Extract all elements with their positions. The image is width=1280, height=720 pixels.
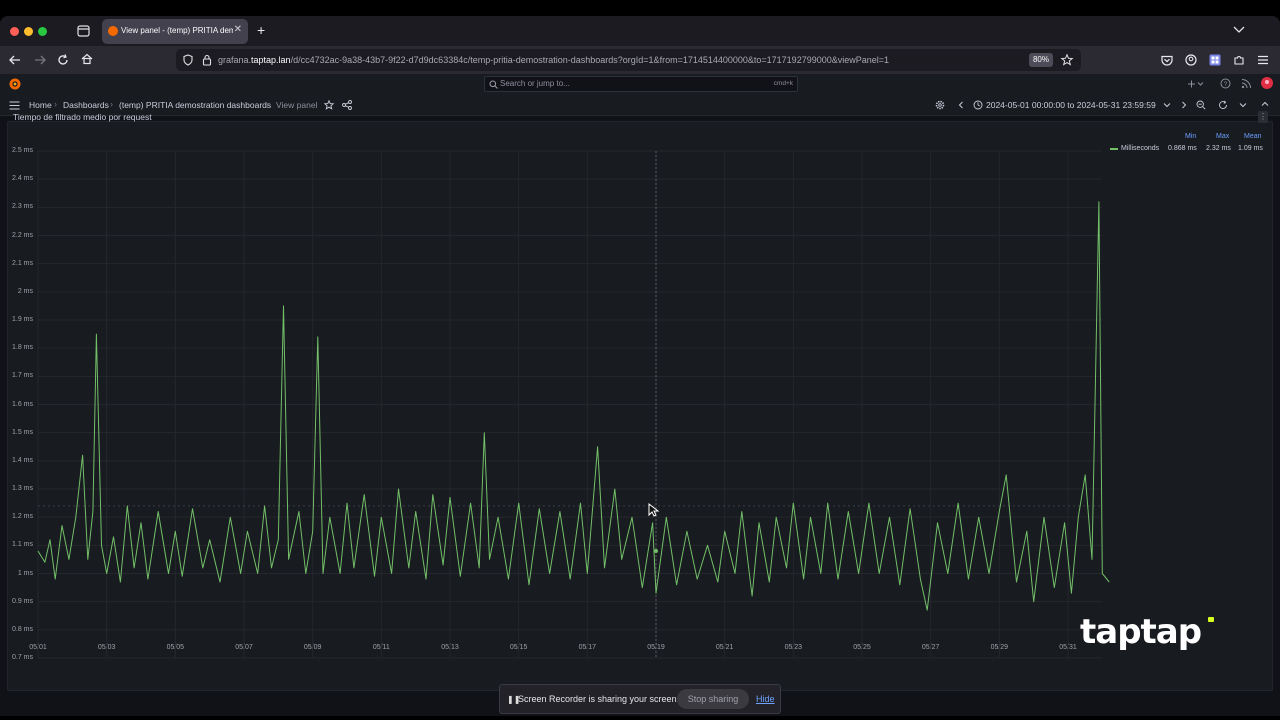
legend-max-value: 2.32 ms xyxy=(1206,145,1231,152)
taptap-watermark-logo: taptap xyxy=(1080,612,1202,652)
legend-min-value: 0.868 ms xyxy=(1168,145,1197,152)
legend-color-swatch xyxy=(1110,148,1118,150)
legend-header-mean[interactable]: Mean xyxy=(1244,133,1262,140)
legend-header-min[interactable]: Min xyxy=(1185,133,1196,140)
watermark-accent-dot xyxy=(1208,617,1214,622)
legend-series-name[interactable]: Milliseconds xyxy=(1121,145,1159,152)
legend-header-max[interactable]: Max xyxy=(1216,133,1229,140)
mouse-cursor-icon xyxy=(648,502,660,517)
screen-share-bar: ❚❚ Screen Recorder is sharing your scree… xyxy=(499,684,781,714)
share-message: Screen Recorder is sharing your screen. xyxy=(518,694,680,704)
stop-sharing-button[interactable]: Stop sharing xyxy=(677,689,749,709)
hide-link[interactable]: Hide xyxy=(756,694,775,704)
legend-mean-value: 1.09 ms xyxy=(1238,145,1263,152)
hover-point xyxy=(654,548,659,553)
series-line-milliseconds xyxy=(37,201,1110,611)
